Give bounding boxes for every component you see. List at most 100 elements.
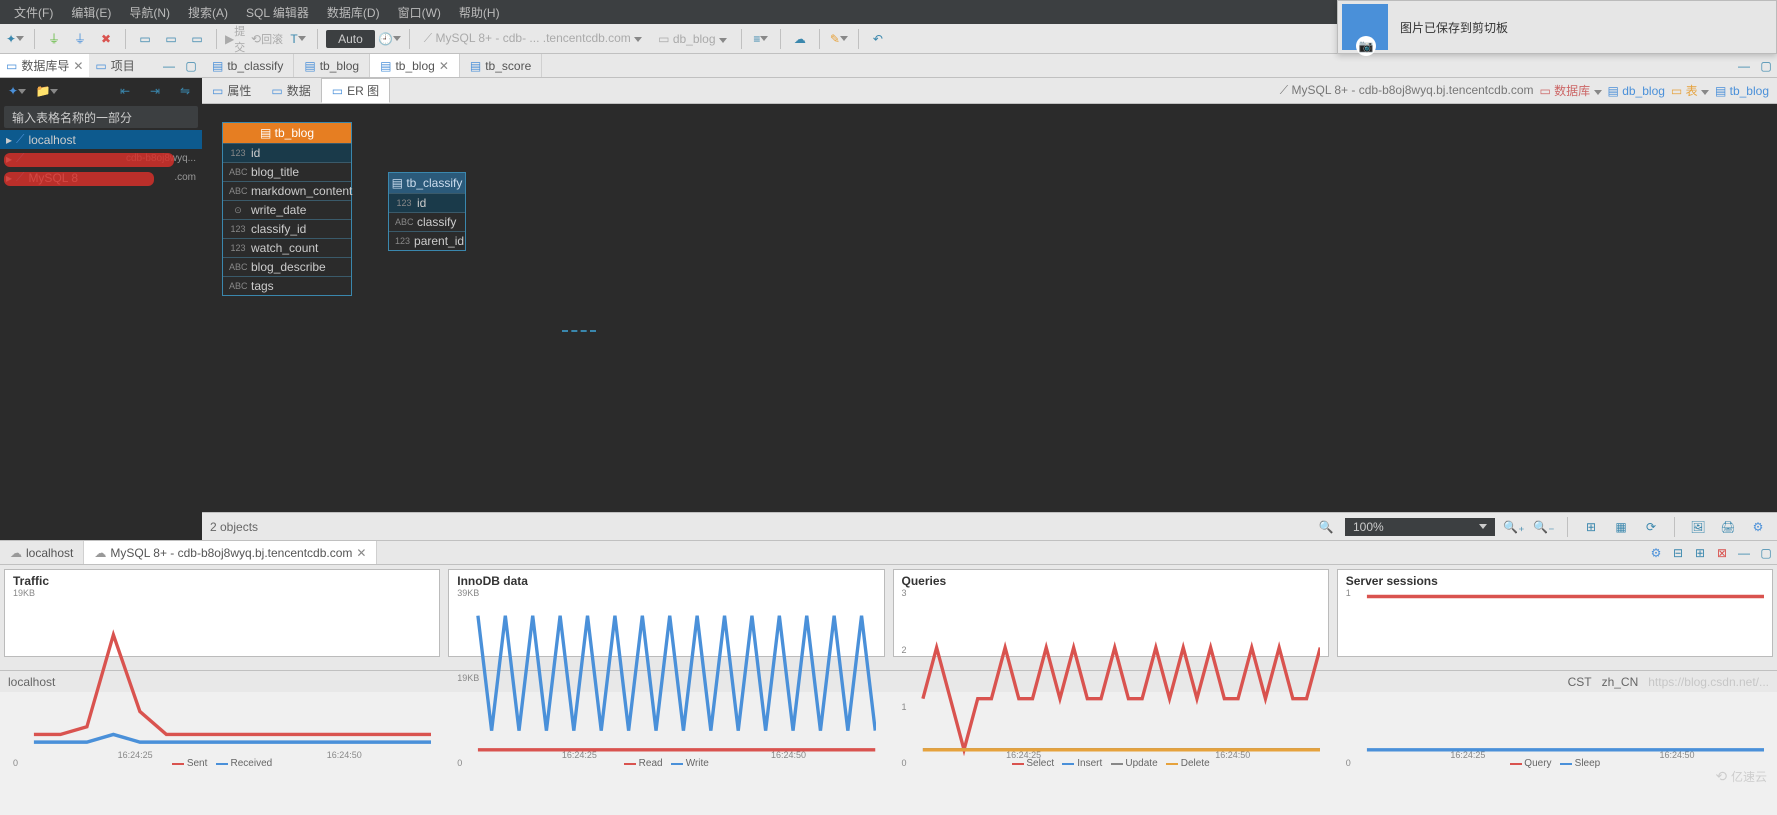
bc-database[interactable]: ▭ 数据库 <box>1540 82 1602 99</box>
brush-button[interactable]: ✎ <box>828 28 850 50</box>
bottom-tabs: ☁ localhost☁ MySQL 8+ - cdb-b8oj8wyq.bj.… <box>0 541 1777 565</box>
expand-button[interactable]: ⇥ <box>144 80 166 102</box>
panel-btn-2[interactable]: ⊞ <box>1689 542 1711 564</box>
er-diagram-canvas[interactable]: ▤ tb_blog123idABCblog_titleABCmarkdown_c… <box>202 104 1777 512</box>
panel-btn-3[interactable]: ⊠ <box>1711 542 1733 564</box>
menu-item[interactable]: 窗口(W) <box>390 4 449 21</box>
editor-subtab[interactable]: ▭ 数据 <box>261 78 320 103</box>
column-blog_describe[interactable]: ABCblog_describe <box>223 257 351 276</box>
connection-tree[interactable]: ▸⟋localhost▸⟋cdb-b8oj8wyq...▸⟋MySQL 8.co… <box>0 130 202 540</box>
side-toolbar: ✦ 📁 ⇤ ⇥ ⇋ <box>0 78 202 104</box>
column-parent_id[interactable]: 123parent_id <box>389 231 465 250</box>
history-button[interactable]: 🕘 <box>379 28 401 50</box>
panel-maximize-button[interactable]: ▢ <box>1755 542 1777 564</box>
side-tab[interactable]: ▭ 数据库导 ✕ <box>0 54 89 77</box>
side-panel-button[interactable]: ▢ <box>180 55 202 77</box>
menu-item[interactable]: 搜索(A) <box>180 4 236 21</box>
settings-icon[interactable]: ⚙ <box>1747 516 1769 538</box>
settings-icon[interactable]: ⚙ <box>1645 542 1667 564</box>
zoom-selector[interactable]: 100% <box>1345 518 1495 536</box>
menu-item[interactable]: 文件(F) <box>6 4 61 21</box>
entity-tb_classify[interactable]: ▤ tb_classify123idABCclassify123parent_i… <box>388 172 466 251</box>
grid-button[interactable]: ▦ <box>1610 516 1632 538</box>
tree-node[interactable]: ▸⟋MySQL 8.com <box>0 168 202 187</box>
maximize-view-button[interactable]: ▢ <box>1755 55 1777 77</box>
bc-table[interactable]: ▤ tb_blog <box>1715 84 1769 98</box>
disconnect-all-button[interactable]: ✖ <box>95 28 117 50</box>
column-watch_count[interactable]: 123watch_count <box>223 238 351 257</box>
editor-tab[interactable]: ▤ tb_blog <box>294 54 370 77</box>
bottom-tab[interactable]: ☁ localhost <box>0 541 84 564</box>
search-icon[interactable]: 🔍 <box>1315 516 1337 538</box>
column-id[interactable]: 123id <box>223 143 351 162</box>
column-markdown_content[interactable]: ABCmarkdown_content <box>223 181 351 200</box>
editor-tabs: ▤ tb_classify▤ tb_blog▤ tb_blog ✕▤ tb_sc… <box>202 54 1777 78</box>
bc-tables[interactable]: ▭ 表 <box>1671 82 1709 99</box>
layout-button[interactable]: ⊞ <box>1580 516 1602 538</box>
collapse-button[interactable]: ⇤ <box>114 80 136 102</box>
camera-icon: 📷 <box>1356 36 1376 56</box>
editor-subtab[interactable]: ▭ ER 图 <box>321 78 390 103</box>
menu-item[interactable]: 编辑(E) <box>63 4 119 21</box>
notification-thumbnail: 📷 <box>1342 4 1388 50</box>
column-classify[interactable]: ABCclassify <box>389 212 465 231</box>
database-navigator-panel: ▭ 数据库导 ✕▭ 项目 —▢ ✦ 📁 ⇤ ⇥ ⇋ 输入表格名称的一部分 ▸⟋lo… <box>0 54 202 540</box>
entity-tb_blog[interactable]: ▤ tb_blog123idABCblog_titleABCmarkdown_c… <box>222 122 352 296</box>
column-write_date[interactable]: ⊙write_date <box>223 200 351 219</box>
chart-innodb-data: InnoDB data39KB19KB016:24:2516:24:50 Rea… <box>448 569 884 657</box>
export-image-button[interactable]: 🖼 <box>1687 516 1709 538</box>
editor-status-bar: 2 objects 🔍 100% 🔍₊ 🔍₋ ⊞ ▦ ⟳ 🖼 🖨 ⚙ <box>202 512 1777 540</box>
undo-button[interactable]: ↶ <box>867 28 889 50</box>
panel-minimize-button[interactable]: — <box>1733 542 1755 564</box>
auto-commit-toggle[interactable]: Auto <box>326 30 375 48</box>
editor-tab[interactable]: ▤ tb_classify <box>202 54 294 77</box>
clipboard-notification: 📷 图片已保存到剪切板 <box>1337 0 1777 54</box>
editor-tab[interactable]: ▤ tb_blog ✕ <box>370 54 460 77</box>
connection-selector[interactable]: ⟋ MySQL 8+ - cdb- ... .tencentcdb.com <box>418 31 648 46</box>
commit-button[interactable]: ▶ 提交 <box>225 28 247 50</box>
bc-connection[interactable]: ⟋ MySQL 8+ - cdb-b8oj8wyq.bj.tencentcdb.… <box>1280 83 1534 98</box>
editor-tab[interactable]: ▤ tb_score <box>460 54 542 77</box>
watermark-logo: ⟲ 亿速云 <box>1715 768 1767 785</box>
add-button[interactable]: ✦ <box>6 80 28 102</box>
column-blog_title[interactable]: ABCblog_title <box>223 162 351 181</box>
side-tab[interactable]: ▭ 项目 <box>89 54 140 77</box>
panel-btn-1[interactable]: ⊟ <box>1667 542 1689 564</box>
print-button[interactable]: 🖨 <box>1717 516 1739 538</box>
menu-item[interactable]: SQL 编辑器 <box>238 4 317 21</box>
recent-sql-button[interactable]: ▭ <box>186 28 208 50</box>
rollback-button[interactable]: ⟲ 回滚 <box>251 28 283 50</box>
chart-traffic: Traffic19KB016:24:2516:24:50 Sent Receiv… <box>4 569 440 657</box>
menu-item[interactable]: 导航(N) <box>121 4 178 21</box>
bottom-tab[interactable]: ☁ MySQL 8+ - cdb-b8oj8wyq.bj.tencentcdb.… <box>84 541 377 564</box>
sql-console-button[interactable]: ▭ <box>160 28 182 50</box>
folder-button[interactable]: 📁 <box>36 80 58 102</box>
object-count: 2 objects <box>210 520 258 534</box>
list-view-button[interactable]: ≡ <box>750 28 772 50</box>
cloud-button[interactable]: ☁ <box>789 28 811 50</box>
editor-area: ▤ tb_classify▤ tb_blog▤ tb_blog ✕▤ tb_sc… <box>202 54 1777 540</box>
tx-mode-button[interactable]: T <box>287 28 309 50</box>
sql-editor-button[interactable]: ▭ <box>134 28 156 50</box>
editor-subtab[interactable]: ▭ 属性 <box>202 78 261 103</box>
minimize-view-button[interactable]: — <box>1733 55 1755 77</box>
new-connection-button[interactable]: ✦ <box>4 28 26 50</box>
side-panel-button[interactable]: — <box>158 55 180 77</box>
tree-node[interactable]: ▸⟋localhost <box>0 130 202 149</box>
menu-item[interactable]: 数据库(D) <box>319 4 388 21</box>
bc-schema[interactable]: ▤ db_blog <box>1608 84 1665 98</box>
refresh-button[interactable]: ⟳ <box>1640 516 1662 538</box>
column-id[interactable]: 123id <box>389 193 465 212</box>
connect-button[interactable]: ⏚ <box>43 28 65 50</box>
database-selector[interactable]: ▭ db_blog <box>652 32 733 46</box>
zoom-in-button[interactable]: 🔍₊ <box>1503 516 1525 538</box>
tree-filter-input[interactable]: 输入表格名称的一部分 <box>4 106 198 128</box>
column-classify_id[interactable]: 123classify_id <box>223 219 351 238</box>
column-tags[interactable]: ABCtags <box>223 276 351 295</box>
chart-server-sessions: Server sessions1016:24:2516:24:50 Query … <box>1337 569 1773 657</box>
disconnect-button[interactable]: ⏚ <box>69 28 91 50</box>
menu-item[interactable]: 帮助(H) <box>451 4 508 21</box>
link-button[interactable]: ⇋ <box>174 80 196 102</box>
tree-node[interactable]: ▸⟋cdb-b8oj8wyq... <box>0 149 202 168</box>
zoom-out-button[interactable]: 🔍₋ <box>1533 516 1555 538</box>
